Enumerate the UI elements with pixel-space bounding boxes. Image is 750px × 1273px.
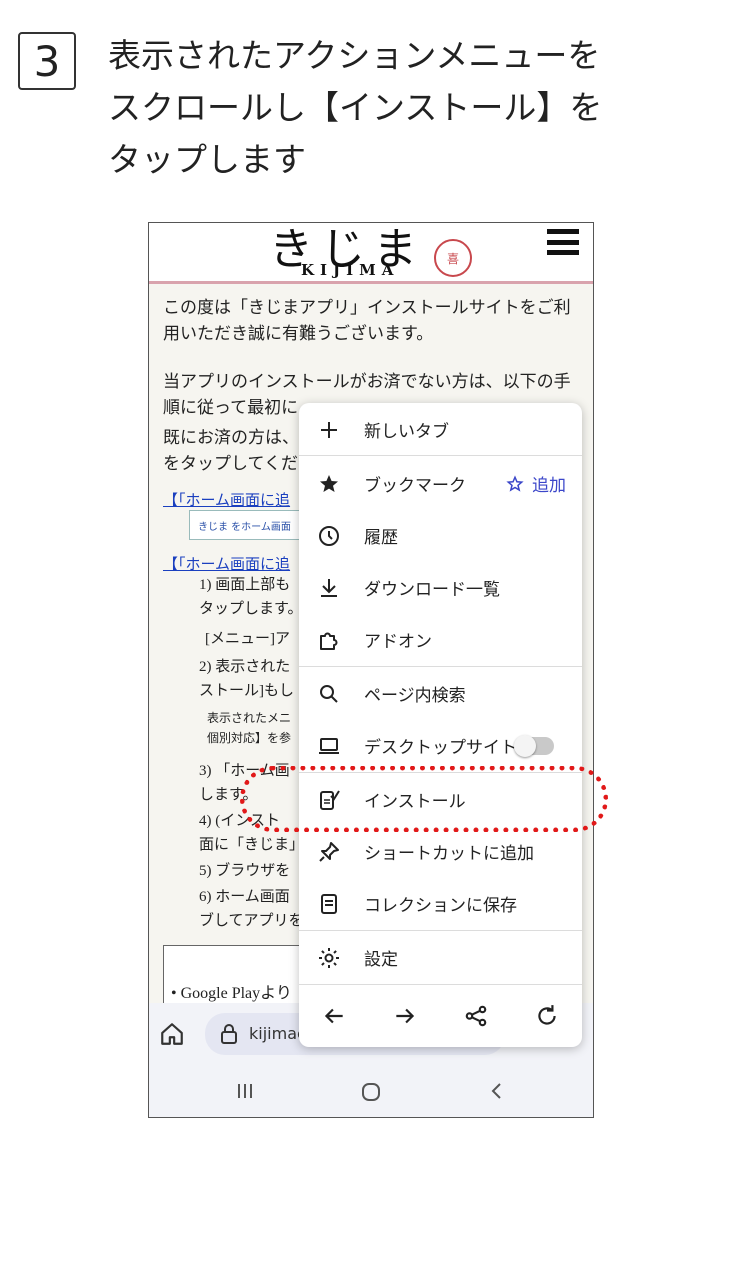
menu-item-label: ダウンロード一覧 [364,580,500,600]
gear-icon [319,948,339,968]
url-text: kijimac [249,1024,306,1043]
clock-icon [319,526,339,546]
menu-item-bookmark[interactable]: ブックマーク 追加 [299,458,582,510]
back-arrow-icon[interactable] [321,1003,347,1029]
step-line: 個別対応】を参 [207,731,292,745]
menu-item-add-shortcut[interactable]: ショートカットに追加 [299,826,582,878]
action-menu: 新しいタブ ブックマーク 追加 履歴 ダウンロード一覧 アドオン ページ内検索 … [299,403,582,1047]
download-icon [321,579,337,597]
menu-item-settings[interactable]: 設定 [299,932,582,984]
menu-divider [299,984,582,985]
menu-divider [299,666,582,667]
step-line: タップします。 [199,601,303,617]
forward-arrow-icon[interactable] [392,1003,418,1029]
site-logo-text: KIJIMA [301,261,400,279]
collection-icon [321,894,337,914]
back-nav-icon[interactable] [489,1081,505,1101]
instruction-line: 表示されたアクションメニューを [108,36,601,75]
install-highlight-ring [240,766,608,832]
plus-icon [321,422,337,438]
step-number: 3 [33,36,61,86]
add-bookmark-label: 追加 [532,476,566,496]
step-line: ストール]もし [199,683,294,699]
menu-item-label: 履歴 [364,528,398,548]
star-outline-icon [506,474,524,492]
google-play-text: • Google Playより [171,985,292,1002]
step-line: [メニュー]ア [205,631,290,647]
site-seal-logo: 喜 [434,239,472,277]
step-number-box: 3 [18,32,76,90]
step-line: 6) ホーム画面 [199,889,290,905]
desktop-site-toggle[interactable] [514,735,554,757]
menu-item-addons[interactable]: アドオン [299,614,582,666]
reload-icon[interactable] [534,1003,560,1029]
add-to-home-guide-link[interactable]: 【「ホーム画面に追 [163,553,290,574]
hamburger-menu-icon[interactable] [547,229,579,255]
step-line: ブしてアプリを [199,913,304,929]
menu-item-downloads[interactable]: ダウンロード一覧 [299,562,582,614]
menu-divider [299,455,582,456]
step-line: 5) ブラウザを [199,863,291,879]
menu-item-new-tab[interactable]: 新しいタブ [299,404,582,456]
menu-item-label: ページ内検索 [364,686,466,706]
home-icon[interactable] [159,1021,185,1047]
recent-apps-icon[interactable] [235,1081,255,1101]
menu-item-desktop-site[interactable]: デスクトップサイト [299,720,582,772]
step-line: 面に「きじま」 [199,837,305,853]
search-icon [320,685,338,703]
menu-item-label: コレクションに保存 [364,896,517,916]
android-navbar [149,1067,593,1117]
menu-item-label: 設定 [364,950,398,970]
menu-item-history[interactable]: 履歴 [299,510,582,562]
laptop-icon [319,738,339,754]
menu-divider [299,930,582,931]
intro-paragraph: この度は「きじまアプリ」インストールサイトをご利用いただき誠に有難うございます。 [163,298,571,343]
instruction-line: スクロールし【インストール】を [108,88,603,127]
menu-item-label: 新しいタブ [364,422,449,442]
menu-item-label: アドオン [364,632,432,652]
menu-item-save-collection[interactable]: コレクションに保存 [299,878,582,930]
step-line: 2) 表示された [199,659,291,675]
site-header: きじま KIJIMA 喜 [149,223,593,284]
share-icon[interactable] [463,1003,489,1029]
menu-nav-row [299,997,582,1037]
menu-item-find-in-page[interactable]: ページ内検索 [299,668,582,720]
puzzle-icon [320,632,338,650]
menu-item-label: ブックマーク [364,476,466,496]
add-bookmark-button[interactable]: 追加 [506,471,566,496]
step-line: 1) 画面上部も [199,577,291,593]
pin-icon [319,842,339,862]
instruction-text: 表示されたアクションメニューを スクロールし【インストール】を タップします [108,30,728,186]
menu-item-label: デスクトップサイト [364,738,517,758]
star-filled-icon [320,475,338,492]
menu-item-label: ショートカットに追加 [364,844,534,864]
instruction-line: タップします [108,140,306,179]
add-to-home-link[interactable]: 【「ホーム画面に追 [163,489,290,510]
step-line: 表示されたメニ [207,711,292,725]
home-nav-icon[interactable] [360,1081,382,1103]
lock-icon [221,1024,237,1044]
